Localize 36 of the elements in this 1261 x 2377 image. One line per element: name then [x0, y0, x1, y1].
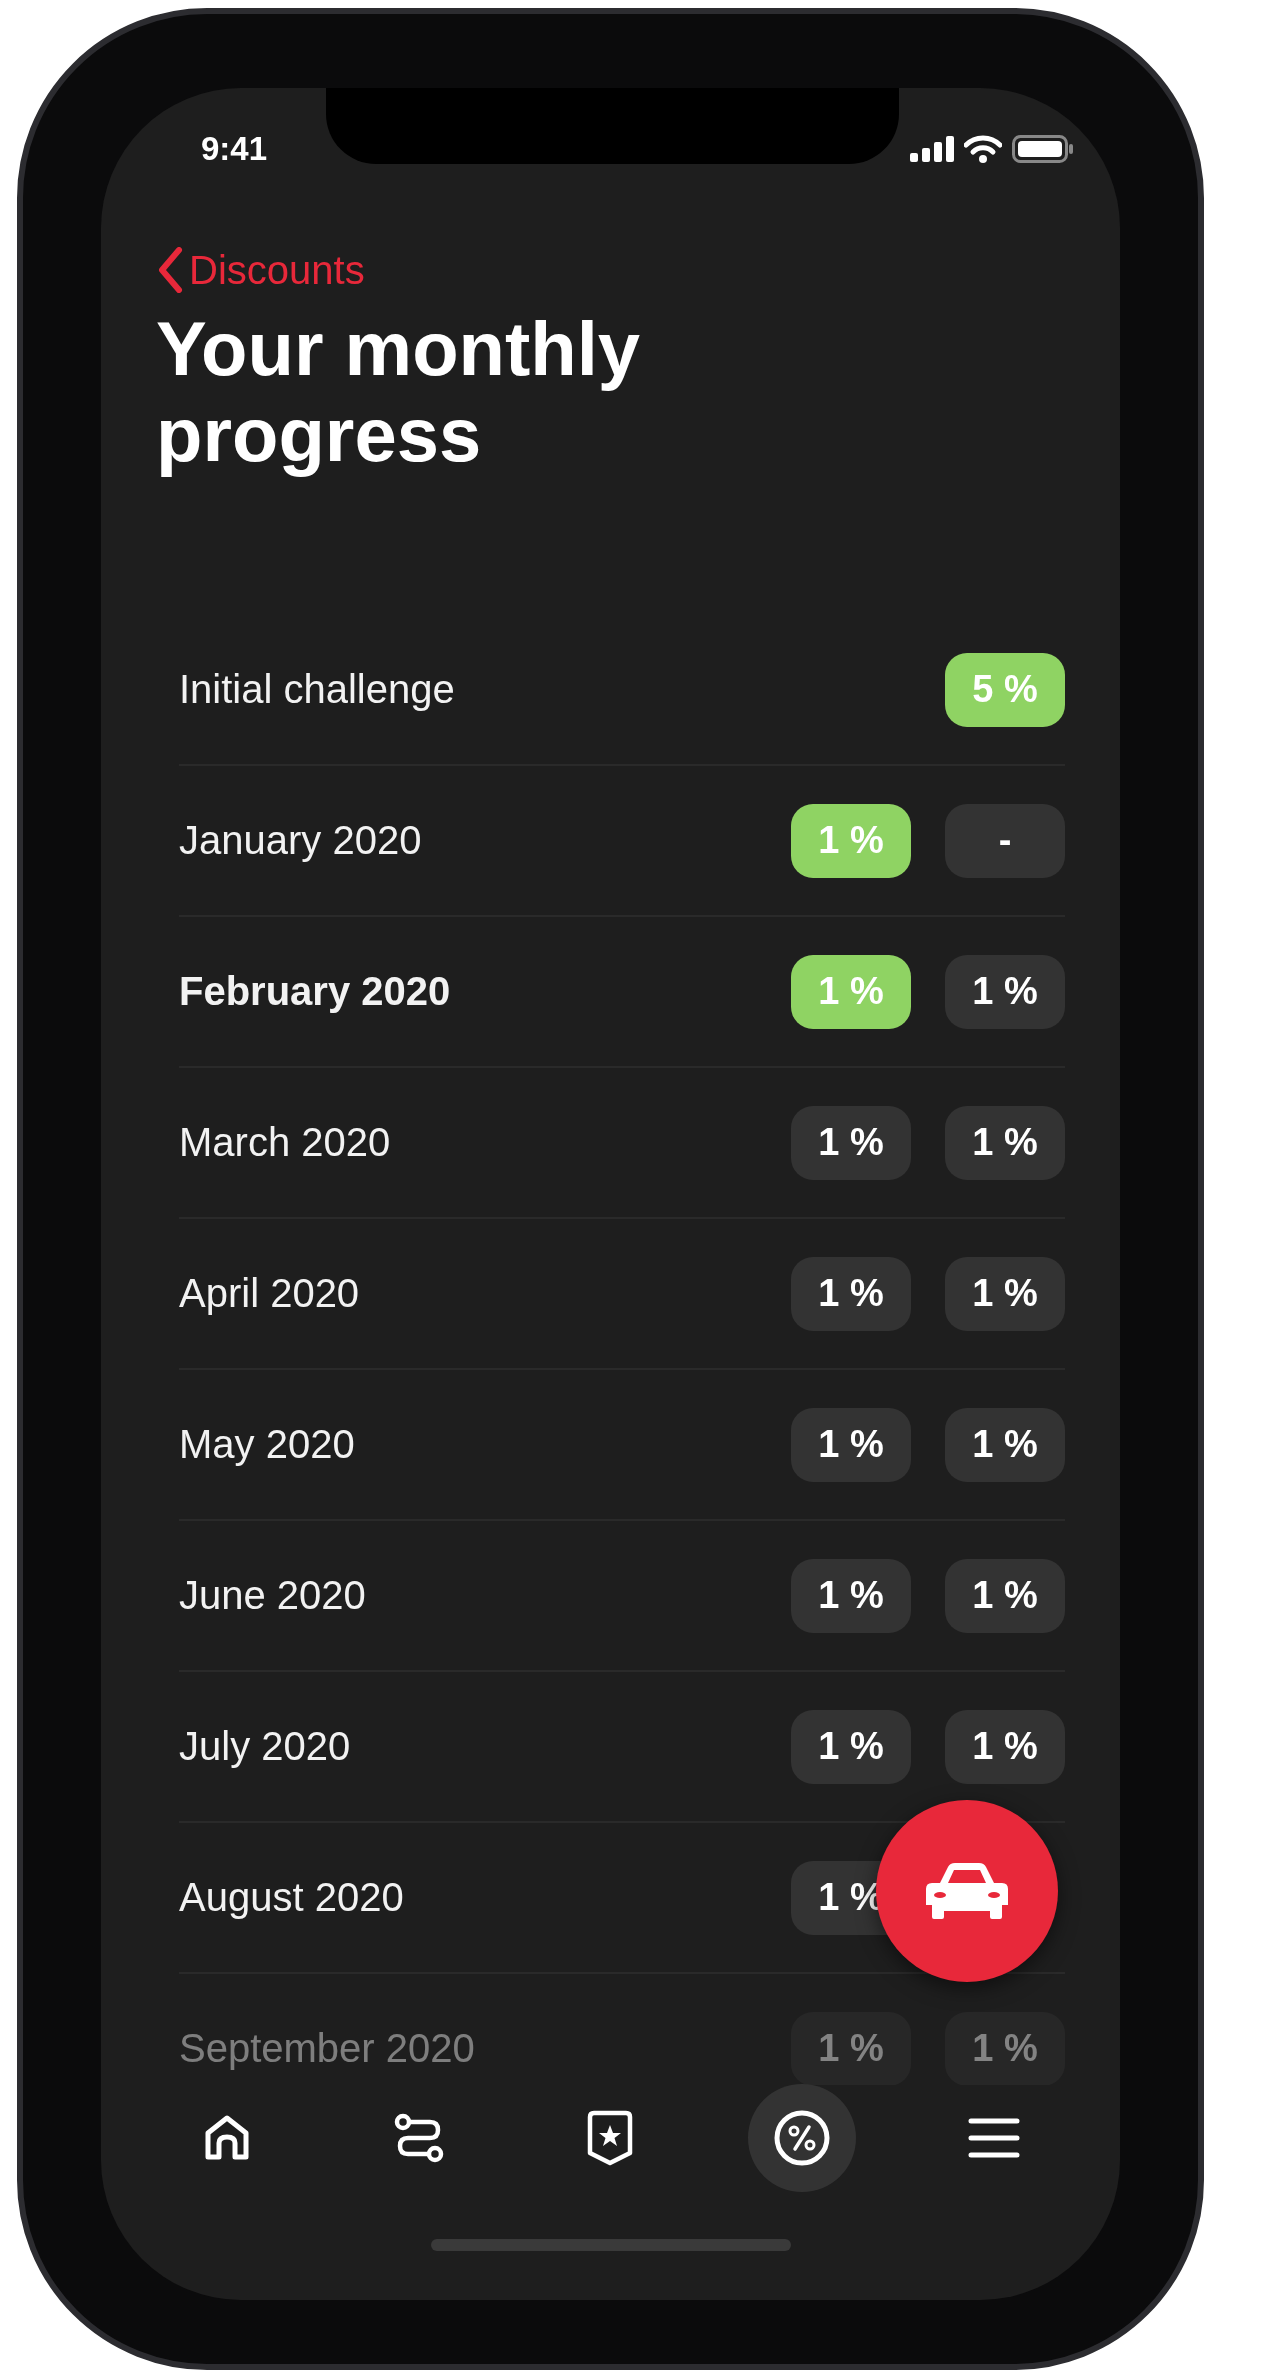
discount-badge: 1 % — [791, 1558, 911, 1633]
discount-badge: 1 % — [945, 2011, 1065, 2085]
month-label: March 2020 — [179, 1120, 391, 1165]
discount-badge: 1 % — [791, 954, 911, 1029]
discount-badge: - — [945, 803, 1065, 878]
discount-badge: 5 % — [945, 652, 1065, 727]
discount-badge: 1 % — [945, 1105, 1065, 1180]
back-chevron-icon — [157, 247, 183, 293]
page-title: Your monthly progress — [156, 306, 642, 478]
month-label: April 2020 — [179, 1271, 360, 1316]
back-link-label[interactable]: Discounts — [189, 247, 365, 293]
percent-icon — [773, 2108, 832, 2167]
month-label: September 2020 — [179, 2026, 475, 2071]
month-label: February 2020 — [179, 969, 451, 1014]
discount-badge: 1 % — [945, 1407, 1065, 1482]
discount-badge: 1 % — [791, 1105, 911, 1180]
discount-badge: 1 % — [791, 803, 911, 878]
back-link[interactable]: Discounts — [157, 240, 365, 300]
status-time: 9:41 — [201, 130, 268, 168]
discount-badge: 1 % — [945, 954, 1065, 1029]
month-label: Initial challenge — [179, 667, 455, 712]
discount-badge: 1 % — [791, 1407, 911, 1482]
discount-badge: 1 % — [791, 1709, 911, 1784]
discount-badge: 1 % — [945, 1558, 1065, 1633]
month-label: January 2020 — [179, 818, 422, 863]
month-label: August 2020 — [179, 1875, 404, 1920]
wifi-icon — [964, 135, 1002, 163]
discount-badge: 1 % — [791, 1256, 911, 1331]
signal-icon — [910, 136, 954, 162]
discount-badge: 1 % — [791, 2011, 911, 2085]
battery-icon — [1012, 135, 1074, 163]
discount-badge: 1 % — [945, 1256, 1065, 1331]
month-label: June 2020 — [179, 1573, 366, 1618]
discount-badge: 1 % — [945, 1709, 1065, 1784]
month-label: July 2020 — [179, 1724, 351, 1769]
month-label: May 2020 — [179, 1422, 355, 1467]
